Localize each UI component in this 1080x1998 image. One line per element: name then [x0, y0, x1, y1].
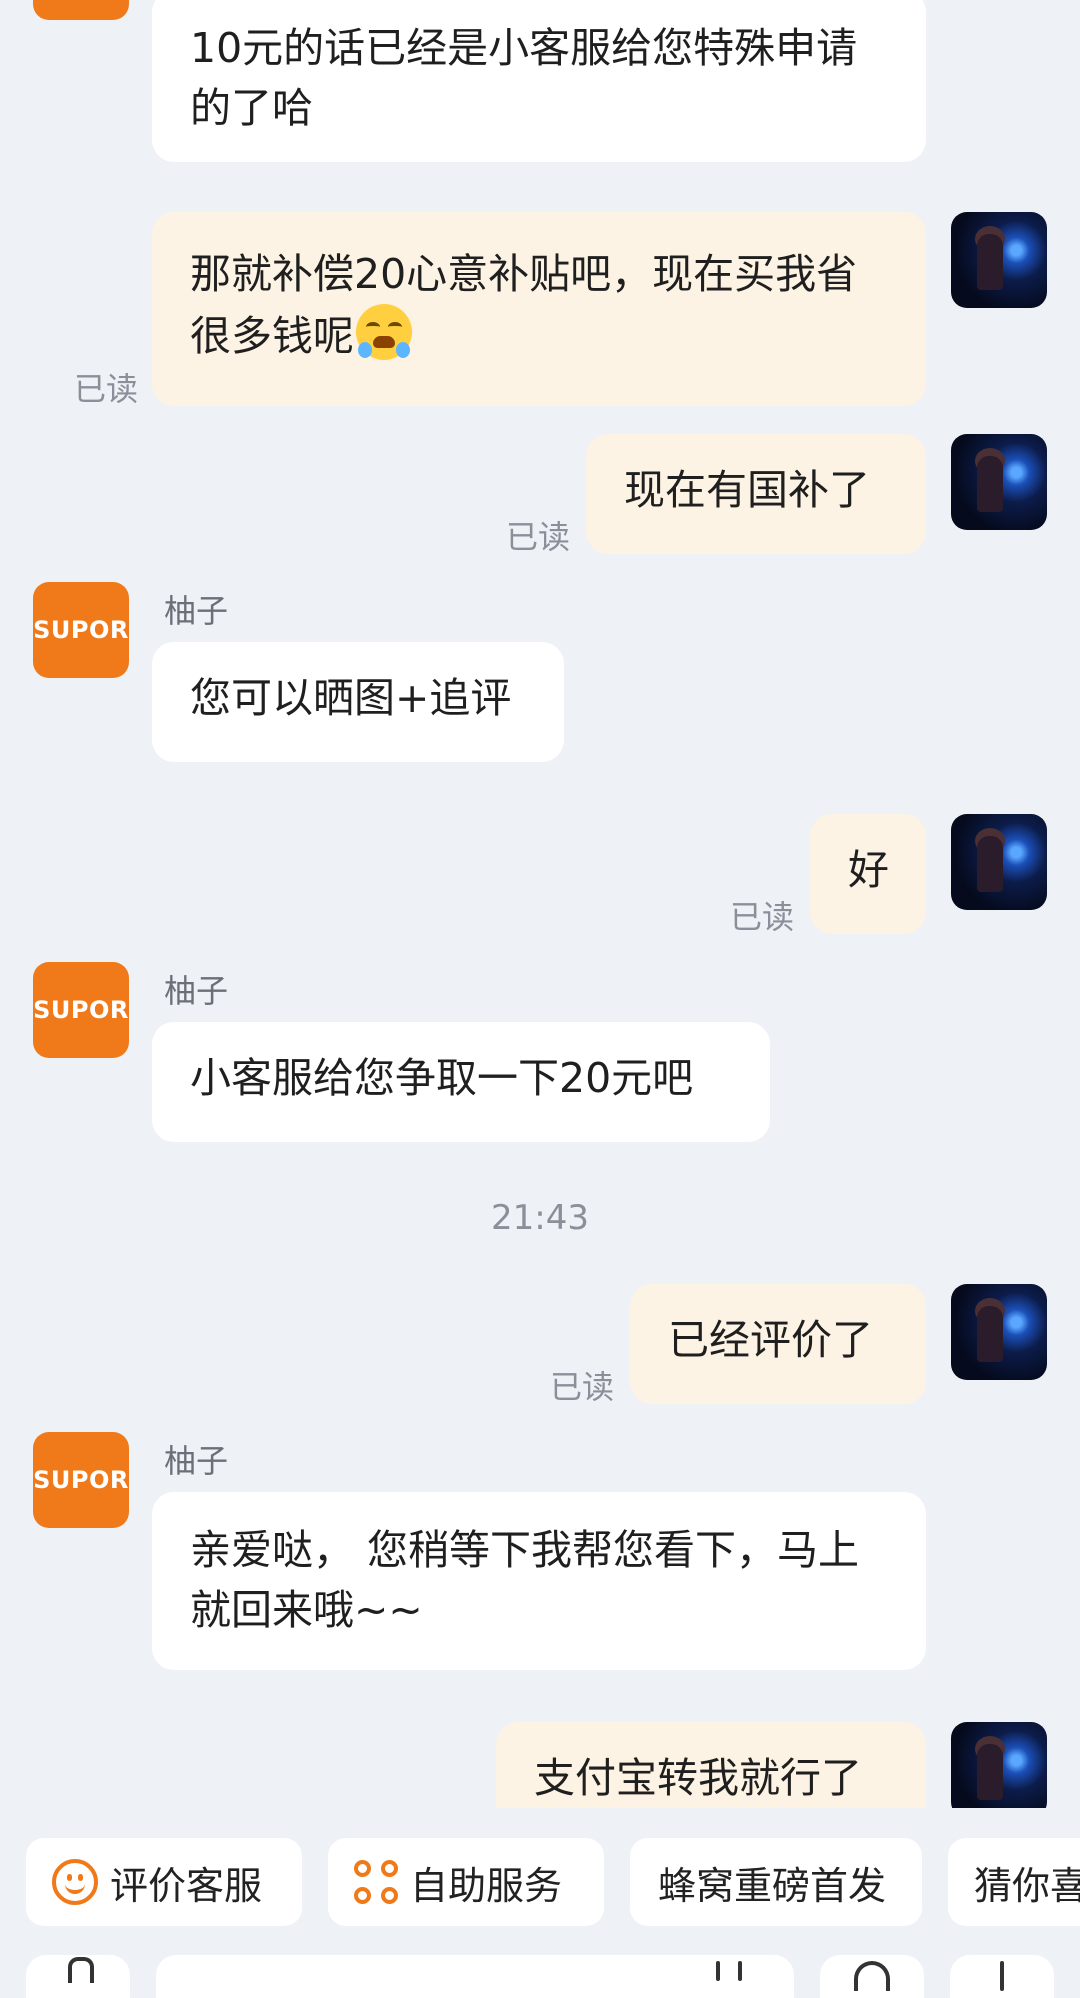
message-input[interactable]: [156, 1955, 794, 1998]
smile-icon: [52, 1859, 98, 1905]
plus-icon: [1000, 1961, 1004, 1991]
message-bubble-outgoing[interactable]: 好: [810, 814, 926, 934]
message-bubble-incoming[interactable]: 小客服给您争取一下20元吧: [152, 1022, 770, 1142]
apps-icon: [354, 1860, 398, 1904]
message-text: 已经评价了: [668, 1316, 873, 1364]
message-bubble-incoming[interactable]: 10元的话已经是小客服给您特殊申请的了哈: [152, 0, 926, 162]
more-button[interactable]: [950, 1955, 1054, 1998]
message-text: 亲爱哒， 您稍等下我帮您看下，马上就回来哦~~: [190, 1526, 860, 1634]
chip-label: 自助服务: [410, 1863, 563, 1908]
rate-service-button[interactable]: 评价客服: [26, 1838, 302, 1926]
chip-label: 猜你喜: [974, 1863, 1080, 1908]
sender-name: 柚子: [164, 972, 229, 1010]
user-avatar[interactable]: [951, 212, 1047, 308]
guess-you-like-button[interactable]: 猜你喜: [948, 1838, 1080, 1926]
agent-avatar[interactable]: SUPOR: [33, 1432, 129, 1528]
sender-name: 柚子: [164, 592, 229, 630]
message-bubble-outgoing[interactable]: 那就补偿20心意补贴吧，现在买我省很多钱呢: [152, 212, 926, 406]
message-text: 小客服给您争取一下20元吧: [190, 1054, 694, 1102]
message-text: 好: [848, 846, 889, 894]
input-grip-icon: [716, 1961, 720, 1981]
self-service-button[interactable]: 自助服务: [328, 1838, 604, 1926]
crying-face-emoji-icon: [356, 304, 412, 360]
voice-button[interactable]: [26, 1955, 130, 1998]
message-text: 那就补偿20心意补贴吧，现在买我省很多钱呢: [190, 250, 858, 360]
message-text: 支付宝转我就行了: [534, 1754, 862, 1802]
message-text: 10元的话已经是小客服给您特殊申请的了哈: [190, 24, 858, 132]
message-bubble-outgoing[interactable]: 已经评价了: [630, 1284, 926, 1404]
user-avatar[interactable]: [951, 814, 1047, 910]
agent-avatar[interactable]: SUPOR: [33, 582, 129, 678]
promo-chip-button[interactable]: 蜂窝重磅首发: [630, 1838, 922, 1926]
agent-avatar[interactable]: SUPOR: [33, 962, 129, 1058]
user-avatar[interactable]: [951, 434, 1047, 530]
message-bubble-incoming[interactable]: 您可以晒图+追评: [152, 642, 564, 762]
agent-avatar[interactable]: SUPOR: [33, 0, 129, 20]
timestamp-divider: 21:43: [491, 1198, 589, 1238]
chip-label: 蜂窝重磅首发: [658, 1863, 887, 1908]
message-text: 您可以晒图+追评: [190, 674, 512, 722]
user-avatar[interactable]: [951, 1722, 1047, 1808]
microphone-icon: [68, 1957, 94, 1983]
message-bubble-outgoing[interactable]: 支付宝转我就行了: [496, 1722, 926, 1808]
user-avatar[interactable]: [951, 1284, 1047, 1380]
read-receipt: 已读: [730, 898, 795, 936]
input-bar: [0, 1955, 1080, 1998]
message-list[interactable]: SUPOR 10元的话已经是小客服给您特殊申请的了哈 已读 那就补偿20心意补贴…: [0, 0, 1080, 1808]
message-text: 现在有国补了: [624, 466, 870, 514]
message-bubble-outgoing[interactable]: 现在有国补了: [586, 434, 926, 554]
emoji-button[interactable]: [820, 1955, 924, 1998]
sender-name: 柚子: [164, 1442, 229, 1480]
input-grip-icon: [738, 1961, 742, 1981]
message-bubble-incoming[interactable]: 亲爱哒， 您稍等下我帮您看下，马上就回来哦~~: [152, 1492, 926, 1670]
read-receipt: 已读: [550, 1368, 615, 1406]
quick-actions-bar: 评价客服 自助服务 蜂窝重磅首发 猜你喜: [0, 1838, 1080, 1928]
read-receipt: 已读: [506, 518, 571, 556]
read-receipt: 已读: [74, 370, 139, 408]
chip-label: 评价客服: [110, 1863, 263, 1908]
emoji-icon: [854, 1961, 890, 1991]
chat-screen: SUPOR 10元的话已经是小客服给您特殊申请的了哈 已读 那就补偿20心意补贴…: [0, 0, 1080, 1998]
